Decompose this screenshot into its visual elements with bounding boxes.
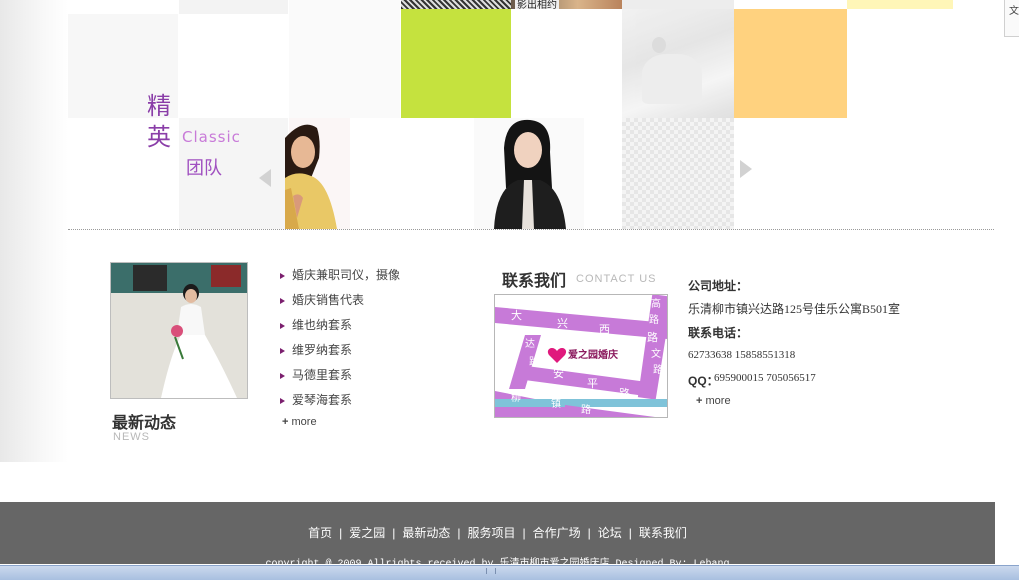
footer-nav-separator: | — [457, 526, 461, 540]
news-item-label[interactable]: 婚庆兼职司仪，摄像 — [292, 268, 400, 282]
tile-orange — [734, 9, 847, 118]
gallery-thumbnail-pattern[interactable] — [401, 0, 511, 9]
map-street-char: 路 — [649, 315, 659, 326]
gallery-photo-faded-bride[interactable] — [622, 9, 734, 118]
corner-widget[interactable]: 文 — [1004, 0, 1019, 37]
left-gradient-shade — [0, 0, 68, 462]
news-item-label[interactable]: 维罗纳套系 — [292, 343, 352, 357]
news-item-label[interactable]: 马德里套系 — [292, 368, 352, 382]
footer-nav-contact[interactable]: 联系我们 — [639, 526, 687, 540]
team-member-photo-2-illustration — [494, 119, 566, 229]
contact-heading: 联系我们 — [502, 273, 567, 290]
bullet-arrow-icon — [280, 347, 285, 354]
news-more-label: more — [291, 416, 317, 428]
contact-more-label: more — [705, 395, 731, 407]
bullet-arrow-icon — [280, 297, 285, 304]
footer-nav-separator: | — [392, 526, 396, 540]
bullet-arrow-icon — [280, 322, 285, 329]
qq-value: 695900015 705056517 — [714, 372, 816, 384]
tile — [179, 14, 288, 118]
news-heading: 最新动态 — [112, 415, 177, 432]
bullet-arrow-icon — [280, 397, 285, 404]
horizontal-scrollbar[interactable] — [0, 565, 1019, 580]
team-subtitle-cn: 团队 — [186, 158, 222, 179]
phone-label: 联系电话： — [688, 326, 749, 340]
section-divider — [68, 229, 994, 230]
tile — [179, 0, 288, 14]
tile — [511, 9, 622, 118]
news-list-item[interactable]: 马德里套系 — [280, 366, 400, 391]
plus-icon: + — [282, 416, 289, 428]
team-title-char-1: 精 — [147, 92, 171, 120]
footer-nav-separator: | — [628, 526, 632, 540]
map-street-char: 路 — [619, 387, 630, 400]
map-street-char: 达 — [525, 339, 535, 350]
bullet-arrow-icon — [280, 272, 285, 279]
team-member-photo-1[interactable] — [285, 118, 350, 229]
contact-heading-en: CONTACT US — [576, 273, 657, 285]
news-more-link[interactable]: + more — [282, 416, 317, 428]
map-street-char: 平 — [587, 377, 598, 390]
tile — [622, 0, 734, 9]
footer-nav-services[interactable]: 服务项目 — [467, 526, 515, 540]
location-map[interactable]: 大 兴 西 路 达 路 安 平 路 路 文 路 高 柳 镇 路 爱之园婚庆 — [494, 294, 668, 418]
map-street-char: 柳 — [511, 393, 521, 404]
map-street-char: 路 — [581, 405, 591, 416]
map-street-char: 西 — [599, 323, 610, 336]
map-street-char: 高 — [651, 299, 661, 310]
footer-nav-separator: | — [339, 526, 343, 540]
footer-nav-home[interactable]: 首页 — [308, 526, 332, 540]
tile — [68, 0, 178, 14]
news-item-label[interactable]: 婚庆销售代表 — [292, 293, 364, 307]
news-photo-bride[interactable] — [110, 262, 248, 399]
tile — [289, 14, 400, 118]
address-value: 乐清柳市镇兴达路125号佳乐公寓B501室 — [688, 302, 901, 316]
map-street-char: 兴 — [557, 317, 568, 330]
map-street-char: 安 — [553, 367, 564, 380]
news-list-item[interactable]: 婚庆销售代表 — [280, 291, 400, 316]
footer-nav: 首页 | 爱之园 | 最新动态 | 服务项目 | 合作广场 | 论坛 | 联系我们 — [0, 524, 995, 541]
news-item-label[interactable]: 维也纳套系 — [292, 318, 352, 332]
tile — [289, 0, 400, 14]
team-member-photo-1-illustration — [285, 124, 337, 229]
news-list: 婚庆兼职司仪，摄像 婚庆销售代表 维也纳套系 维罗纳套系 马德里套系 爱琴海套系 — [280, 266, 400, 416]
footer-nav-cooperation[interactable]: 合作广场 — [533, 526, 581, 540]
news-list-item[interactable]: 爱琴海套系 — [280, 391, 400, 416]
carousel-prev-arrow-icon[interactable] — [259, 169, 271, 187]
carousel-next-arrow-icon[interactable] — [740, 160, 752, 178]
team-member-photo-2[interactable] — [474, 118, 584, 229]
news-list-item[interactable]: 维也纳套系 — [280, 316, 400, 341]
team-title-char-2: 英 — [147, 123, 171, 151]
news-heading-en: NEWS — [113, 431, 150, 443]
plus-icon: + — [696, 395, 703, 407]
scrollbar-grip-icon[interactable] — [486, 568, 496, 574]
news-item-label[interactable]: 爱琴海套系 — [292, 393, 352, 407]
footer-nav-forum[interactable]: 论坛 — [598, 526, 622, 540]
gallery-thumbnail-sign[interactable]: 影出相约 — [511, 0, 622, 11]
news-photo-illustration — [111, 263, 247, 398]
map-brand-label: 爱之园婚庆 — [568, 350, 618, 361]
tile-lime — [401, 9, 511, 118]
tile-checker — [622, 118, 734, 229]
tile-pale-yellow — [847, 0, 953, 9]
map-street-char: 路 — [529, 357, 539, 368]
footer-nav-about[interactable]: 爱之园 — [349, 526, 385, 540]
contact-more-link[interactable]: + more — [696, 395, 731, 407]
bullet-arrow-icon — [280, 372, 285, 379]
news-list-item[interactable]: 婚庆兼职司仪，摄像 — [280, 266, 400, 291]
phone-value: 62733638 15858551318 — [688, 349, 796, 361]
corner-glyph: 文 — [1009, 6, 1019, 17]
footer-nav-separator: | — [587, 526, 591, 540]
map-street-char: 大 — [511, 309, 522, 322]
footer-nav-separator: | — [522, 526, 526, 540]
news-list-item[interactable]: 维罗纳套系 — [280, 341, 400, 366]
map-street-char: 文 — [651, 349, 661, 360]
address-label: 公司地址： — [688, 279, 749, 293]
map-street-char: 路 — [647, 331, 658, 344]
team-subtitle-en: Classic — [182, 128, 241, 146]
map-street-char: 镇 — [551, 399, 561, 410]
map-street-char: 路 — [653, 365, 663, 376]
footer-nav-news[interactable]: 最新动态 — [402, 526, 450, 540]
